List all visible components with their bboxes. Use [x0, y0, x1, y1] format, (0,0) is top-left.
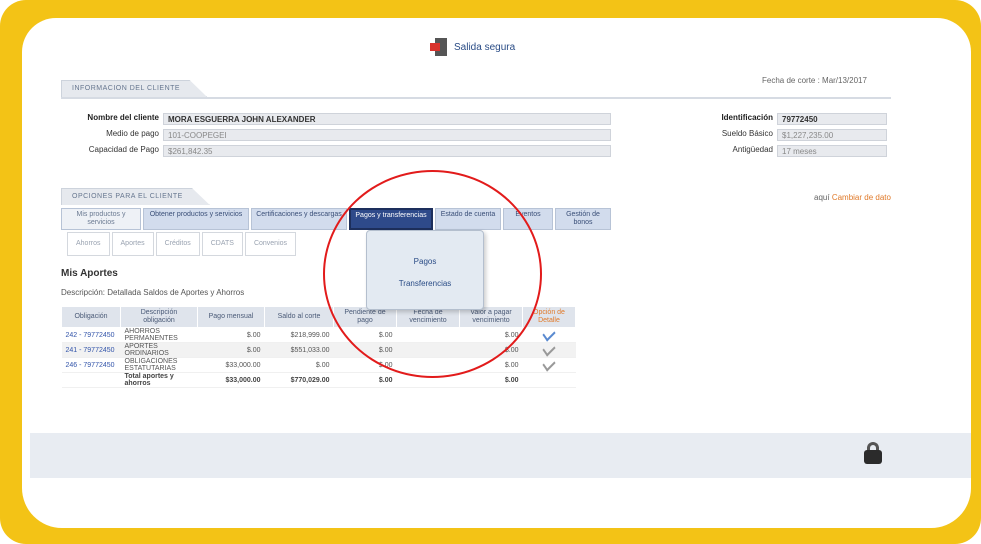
- tab-my-products[interactable]: Mis productos y servicios: [61, 208, 141, 230]
- payment-method-value: 101-COOPEGEI: [163, 129, 611, 141]
- monthly-payment: $33,000.00: [197, 357, 265, 373]
- tab-certifications[interactable]: Certificaciones y descargas: [251, 208, 347, 230]
- sub-tabs: Ahorros Aportes Créditos CDATS Convenios: [67, 232, 297, 256]
- id-label: Identificación: [721, 113, 773, 122]
- cut-date: Fecha de corte : Mar/13/2017: [762, 76, 867, 85]
- client-name-value: MORA ESGUERRA JOHN ALEXANDER: [163, 113, 611, 125]
- table-total-row: Total aportes y ahorros $33,000.00 $770,…: [61, 372, 576, 388]
- obligation-link[interactable]: 241 - 79772450: [61, 342, 121, 358]
- detail-option[interactable]: [522, 356, 576, 373]
- tab-bonds[interactable]: Gestión de bonos: [555, 208, 611, 230]
- highlight-circle: [323, 170, 542, 378]
- detail-option[interactable]: [522, 341, 576, 358]
- check-icon: [542, 341, 556, 357]
- browser-screen: Salida segura Fecha de corte : Mar/13/20…: [22, 18, 971, 528]
- seniority-value: 17 meses: [777, 145, 887, 157]
- change-data-link[interactable]: Cambiar de dato: [832, 193, 891, 202]
- col-obligation: Obligación: [61, 306, 121, 328]
- payment-capacity-row: Capacidad de Pago $261,842.35 Antigüedad…: [67, 145, 891, 158]
- payment-method-row: Medio de pago 101-COOPEGEI Sueldo Básico…: [67, 129, 891, 142]
- client-info-tab: INFORMACION DEL CLIENTE: [61, 80, 208, 97]
- col-description: Descripción obligación: [120, 306, 198, 328]
- balance: $551,033.00: [264, 342, 334, 358]
- section-description: Descripción: Detallada Saldos de Aportes…: [61, 288, 245, 297]
- subtab-contributions[interactable]: Aportes: [111, 232, 154, 256]
- payment-method-label: Medio de pago: [106, 129, 159, 138]
- obligation-description: OBLIGACIONES ESTATUTARIAS: [120, 357, 198, 373]
- col-monthly: Pago mensual: [197, 306, 265, 328]
- obligation-description: APORTES ORDINARIOS: [120, 342, 198, 358]
- change-data: aquí Cambiar de dato: [814, 193, 891, 202]
- col-balance: Saldo al corte: [264, 306, 334, 328]
- salary-value: $1,227,235.00: [777, 129, 887, 141]
- client-options-tab: OPCIONES PARA EL CLIENTE: [61, 188, 210, 205]
- monthly-payment: $.00: [197, 342, 265, 358]
- total-balance: $770,029.00: [264, 372, 334, 388]
- padlock-icon: [864, 442, 882, 464]
- subtab-savings[interactable]: Ahorros: [67, 232, 110, 256]
- payment-capacity-label: Capacidad de Pago: [88, 145, 159, 154]
- subtab-cdats[interactable]: CDATS: [201, 232, 243, 256]
- logout-icon: [430, 38, 448, 56]
- subtab-credits[interactable]: Créditos: [155, 232, 200, 256]
- client-info-panel: Nombre del cliente MORA ESGUERRA JOHN AL…: [61, 97, 891, 161]
- table-row: 246 - 79772450 OBLIGACIONES ESTATUTARIAS…: [61, 356, 576, 373]
- seniority-label: Antigüedad: [732, 145, 773, 154]
- client-name-label: Nombre del cliente: [87, 113, 159, 122]
- logout-button[interactable]: Salida segura: [430, 38, 515, 56]
- obligation-link[interactable]: 242 - 79772450: [61, 327, 121, 343]
- balance: $.00: [264, 357, 334, 373]
- client-name-row: Nombre del cliente MORA ESGUERRA JOHN AL…: [67, 113, 891, 126]
- check-icon: [542, 326, 556, 342]
- change-data-prefix: aquí: [814, 193, 830, 202]
- check-icon: [542, 356, 556, 372]
- obligation-link[interactable]: 246 - 79772450: [61, 357, 121, 373]
- payment-capacity-value: $261,842.35: [163, 145, 611, 157]
- total-monthly: $33,000.00: [197, 372, 265, 388]
- obligation-description: AHORROS PERMANENTES: [120, 327, 198, 343]
- total-label: Total aportes y ahorros: [120, 372, 198, 388]
- total-pending: $.00: [333, 372, 397, 388]
- total-due-value: $.00: [459, 372, 523, 388]
- id-value: 79772450: [777, 113, 887, 125]
- logout-label: Salida segura: [454, 41, 516, 53]
- subtab-agreements[interactable]: Convenios: [244, 232, 297, 256]
- footer-bar: [30, 433, 971, 478]
- tab-get-products[interactable]: Obtener productos y servicios: [143, 208, 249, 230]
- detail-option[interactable]: [522, 326, 576, 343]
- salary-label: Sueldo Básico: [721, 129, 773, 138]
- section-title: Mis Aportes: [61, 268, 118, 279]
- monthly-payment: $.00: [197, 327, 265, 343]
- balance: $218,999.00: [264, 327, 334, 343]
